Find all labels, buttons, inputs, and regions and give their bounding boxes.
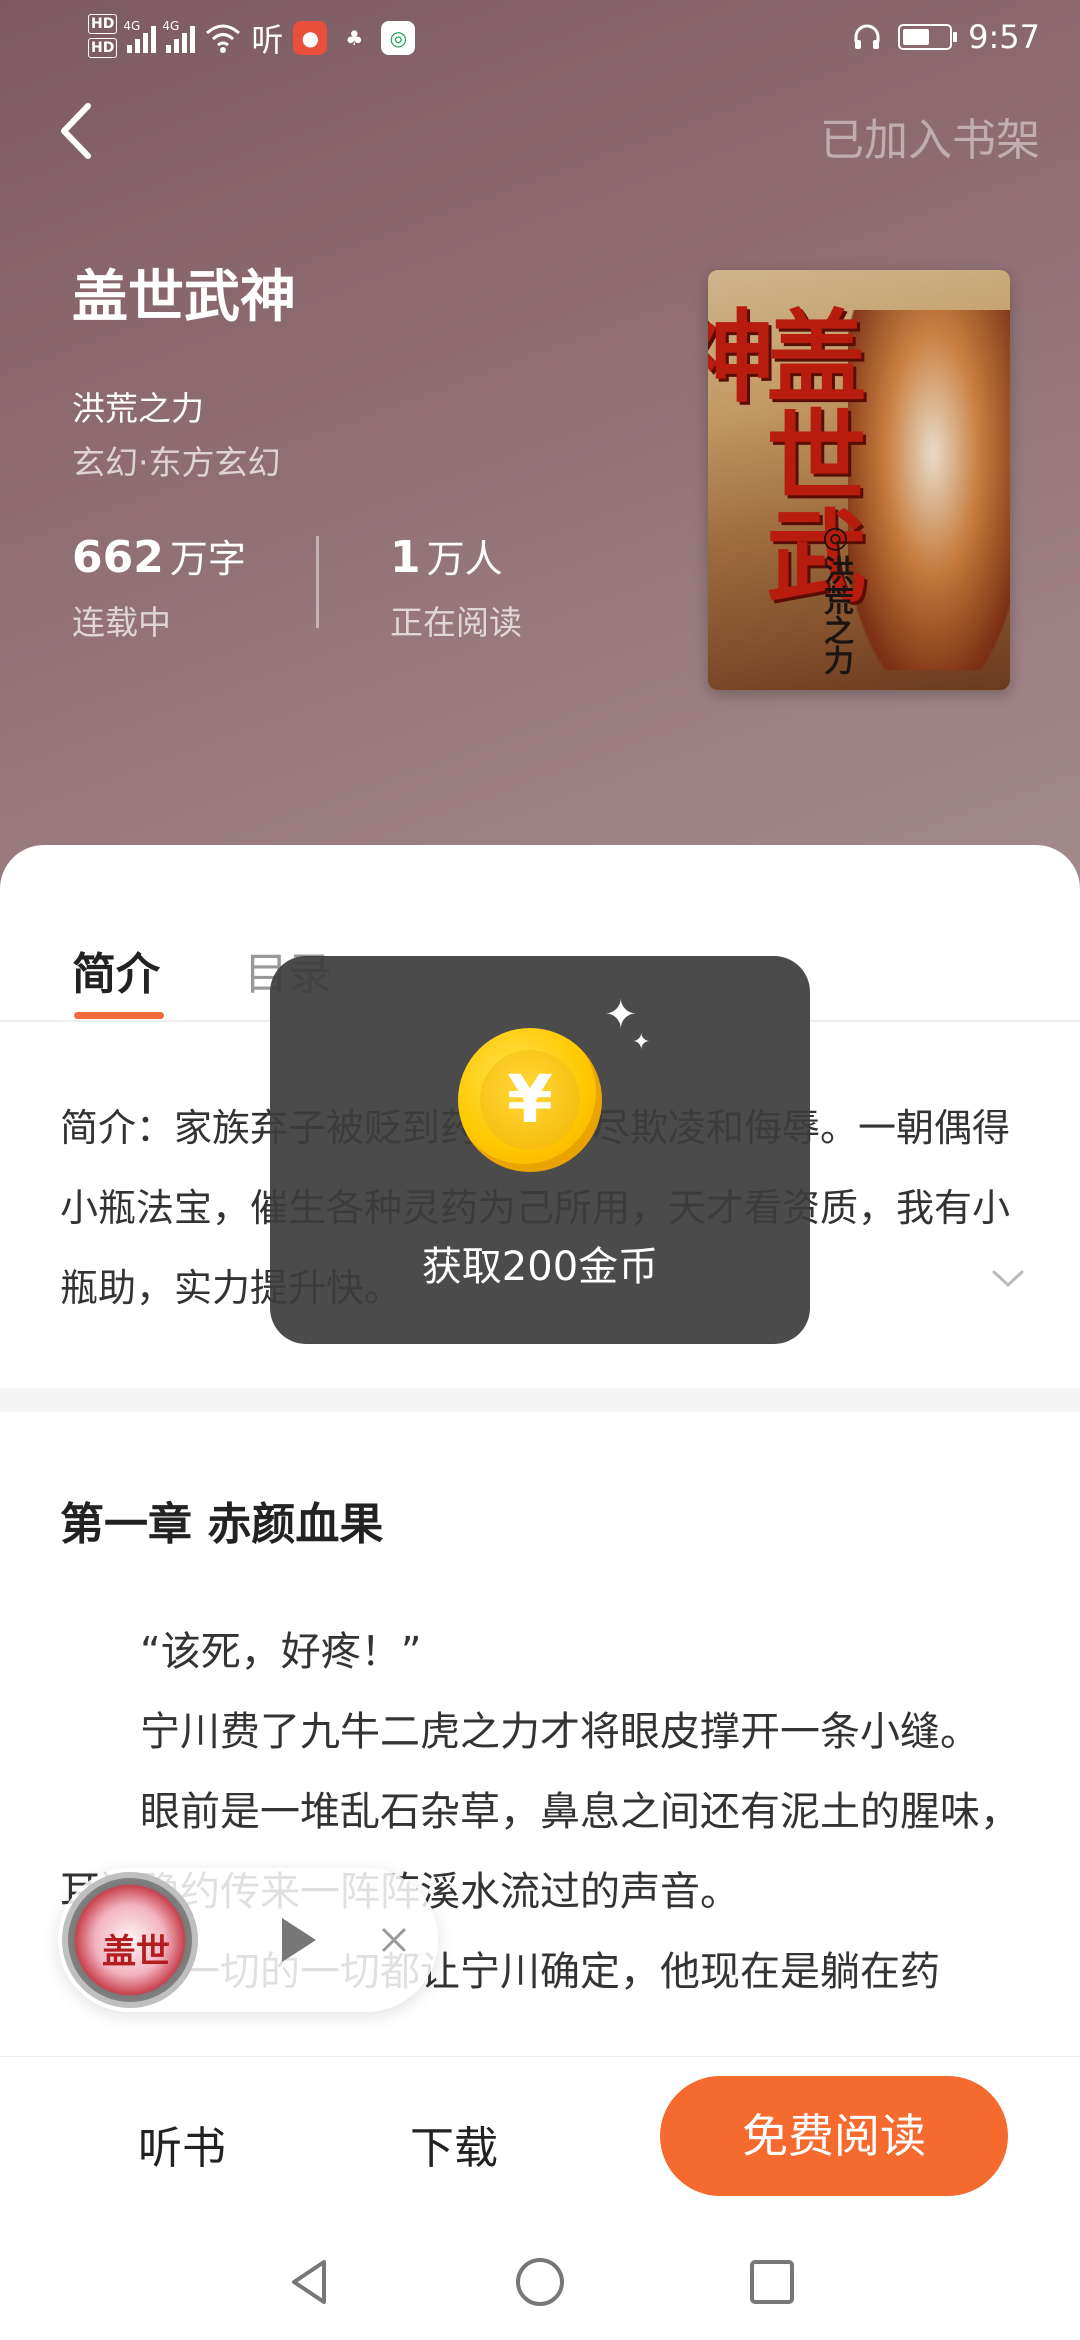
readers-label: 正在阅读 [390, 603, 522, 642]
mini-audio-player[interactable]: 盖世 [58, 1868, 438, 2012]
tab-intro[interactable]: 简介 [72, 938, 160, 1002]
headphones-icon [854, 24, 880, 49]
readers-unit: 万人 [426, 537, 503, 581]
chevron-left-icon [61, 103, 91, 159]
added-to-shelf-label: 已加入书架 [820, 115, 1040, 166]
status-bar: HD HD 4G 4G 听 ● ♣ ◎ 9:57 [0, 0, 1080, 80]
status-left: HD HD 4G 4G 听 ● ♣ ◎ [88, 14, 416, 62]
book-category: 玄幻·东方玄幻 [72, 443, 281, 482]
chapter-title[interactable]: 第一章 赤颜血果 [60, 1488, 383, 1552]
nav-recent-apps-icon[interactable] [744, 2254, 800, 2310]
signal-label-2: 4G [162, 19, 180, 33]
chapter-paragraph: “该死，好疼！” [140, 1629, 422, 1675]
close-icon[interactable] [374, 1920, 414, 1960]
hd-label-2: HD [88, 38, 118, 58]
hd-indicator: HD HD [88, 14, 118, 62]
app-notification-icon: ● [293, 21, 328, 55]
word-count: 662 万字 [72, 528, 246, 583]
signal-label: 4G [123, 19, 141, 33]
signal-icon: 4G [123, 19, 157, 53]
listen-app-icon: 听 [251, 21, 284, 59]
signal-icon-2: 4G [162, 19, 196, 53]
clock: 9:57 [968, 18, 1040, 56]
coin-symbol: ¥ [480, 1050, 580, 1150]
browser-icon: ◎ [381, 21, 416, 55]
stat-divider [316, 536, 319, 628]
readers-count: 1 万人 [390, 528, 503, 583]
chevron-down-icon[interactable] [990, 1266, 1026, 1290]
nav-home-icon[interactable] [512, 2254, 568, 2310]
book-author[interactable]: 洪荒之力 [72, 382, 204, 430]
free-read-button[interactable]: 免费阅读 [660, 2076, 1008, 2196]
qq-icon: ♣ [345, 26, 364, 50]
listen-button[interactable]: 听书 [138, 2112, 226, 2176]
book-title: 盖世武神 [72, 265, 296, 330]
sparkle-icon-small: ✦ [632, 1030, 651, 1055]
status-right: 9:57 [852, 18, 1040, 56]
word-count-unit: 万字 [169, 537, 246, 581]
coin-reward-toast: ¥ ✦ ✦ 获取200金币 [270, 956, 810, 1344]
cover-author: ◎洪荒之力 [818, 520, 853, 675]
battery-icon [898, 24, 958, 50]
audio-cover-text: 盖世 [102, 1932, 170, 1972]
section-divider [0, 1388, 1080, 1412]
book-cover: 盖世武神 ◎洪荒之力 [708, 270, 1010, 690]
download-button[interactable]: 下载 [410, 2112, 498, 2176]
toast-message: 获取200金币 [421, 1244, 659, 1290]
hd-label-1: HD [88, 14, 118, 34]
tab-indicator [74, 1012, 164, 1019]
readers-number: 1 [390, 532, 421, 583]
play-icon[interactable] [264, 1908, 328, 1972]
chapter-paragraph: 宁川费了九牛二虎之力才将眼皮撑开一条小缝。 [140, 1709, 980, 1755]
word-count-number: 662 [72, 532, 164, 583]
serial-status: 连载中 [72, 603, 171, 642]
audio-cover-disc[interactable]: 盖世 [62, 1872, 198, 2008]
wifi-icon [206, 24, 241, 53]
back-button[interactable] [50, 96, 110, 166]
gold-coin-icon: ¥ [458, 1028, 602, 1172]
cover-artwork [848, 310, 1010, 670]
nav-back-icon[interactable] [282, 2254, 338, 2310]
